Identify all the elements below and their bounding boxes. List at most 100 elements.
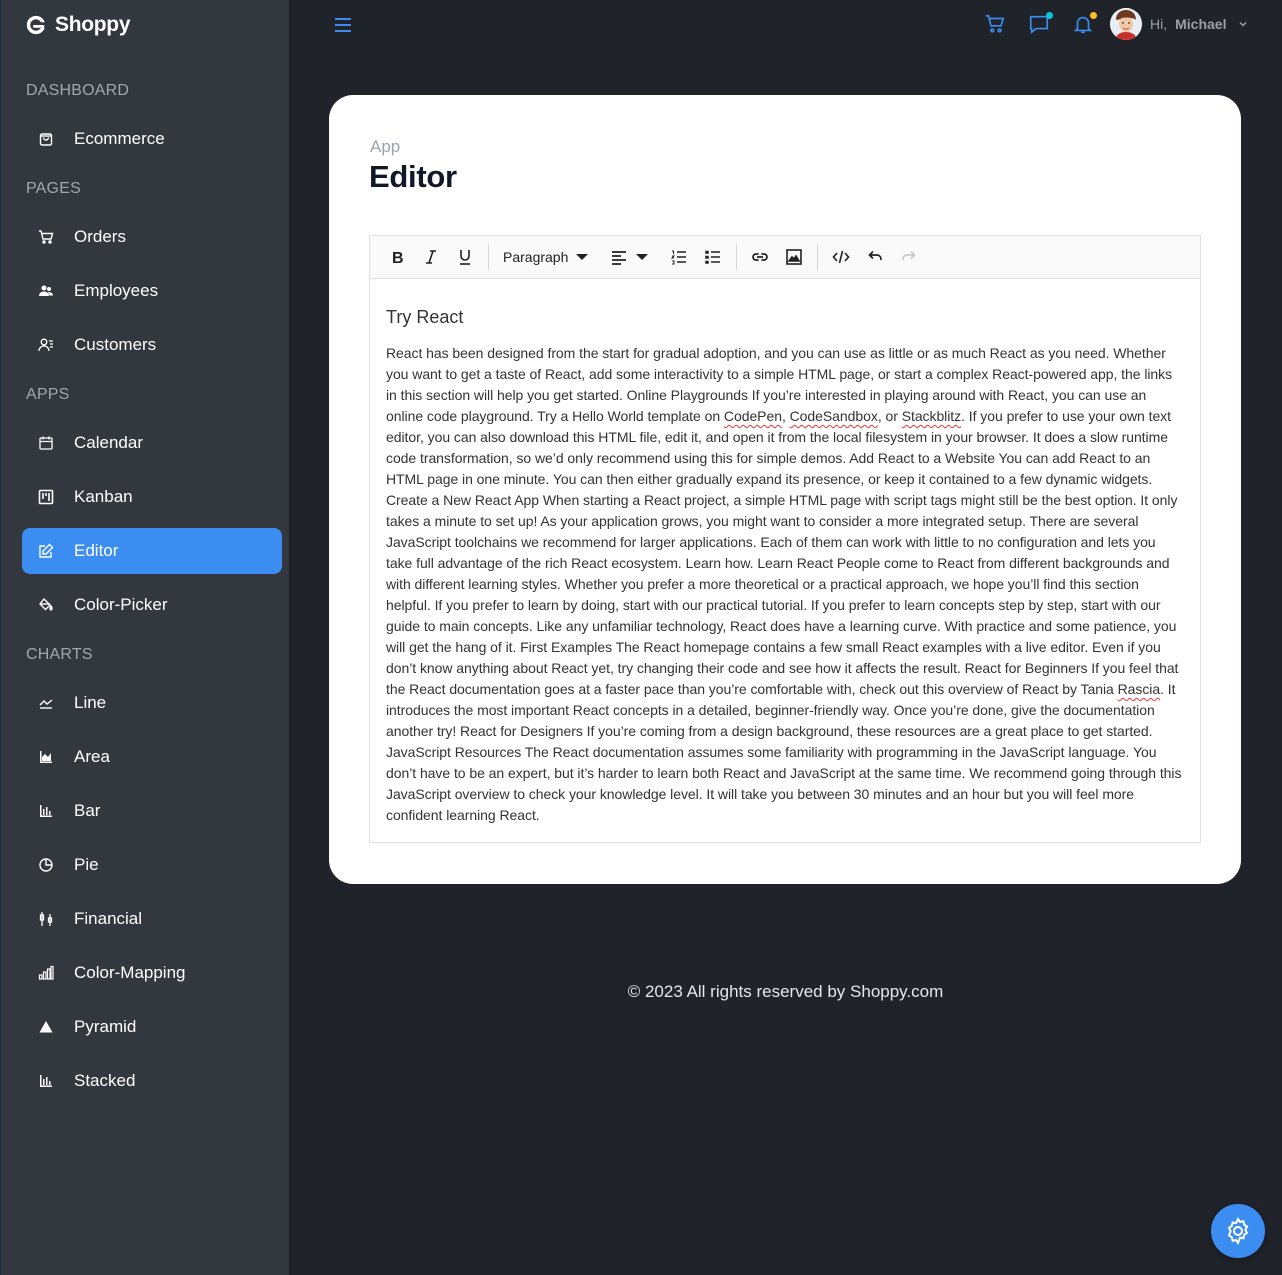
chat-notification-dot (1046, 12, 1053, 19)
sidebar-item-kanban[interactable]: Kanban (22, 474, 282, 520)
sidebar-item-label: Orders (74, 227, 126, 246)
link-stackblitz: Stackblitz (901, 408, 962, 424)
chat-button[interactable] (1028, 12, 1053, 37)
sidebar-item-label: Calendar (74, 433, 143, 452)
sidebar-item-label: Area (74, 747, 110, 766)
sidebar-item-editor[interactable]: Editor (22, 528, 282, 574)
cart-icon (985, 14, 1005, 33)
app-name: Shoppy (55, 13, 131, 36)
sidebar-item-employees[interactable]: Employees (22, 268, 282, 314)
section-title-dashboard: DASHBOARD (26, 82, 130, 99)
greeting: Hi, (1150, 16, 1168, 32)
redo-button[interactable] (892, 240, 926, 274)
link-codepen: CodePen (723, 408, 782, 424)
undo-icon (868, 250, 883, 260)
sidebar-item-label: Customers (74, 335, 157, 354)
sidebar-item-pie[interactable]: Pie (22, 842, 282, 888)
sidebar-item-label: Financial (74, 909, 143, 928)
calendar-icon (38, 435, 54, 451)
editor-content[interactable]: Try React React has been designed from t… (370, 279, 1200, 826)
sidebar-item-pyramid[interactable]: Pyramid (22, 1004, 282, 1050)
sidebar-item-color-mapping[interactable]: Color-Mapping (22, 950, 282, 996)
page-footer: © 2023 All rights reserved by Shoppy.com (627, 982, 944, 1001)
unordered-list-button[interactable] (696, 240, 730, 274)
alignment-dropdown[interactable] (596, 240, 656, 274)
misspelled-name: Rascia (1117, 681, 1161, 697)
italic-icon (426, 250, 436, 264)
link-icon (752, 253, 769, 261)
pyramid-icon (38, 1019, 54, 1035)
logo-icon (26, 15, 45, 35)
financial-chart-icon (38, 911, 54, 927)
insert-image-button[interactable] (777, 240, 811, 274)
sidebar-item-color-picker[interactable]: Color-Picker (22, 582, 282, 628)
bold-icon: B (392, 250, 404, 266)
underline-button[interactable] (448, 240, 482, 274)
kanban-icon (38, 489, 54, 505)
sidebar-item-stacked[interactable]: Stacked (22, 1058, 282, 1104)
sidebar-item-ecommerce[interactable]: Ecommerce (22, 116, 282, 162)
page-title: Editor (369, 159, 457, 194)
avatar (1110, 8, 1142, 40)
chevron-down-icon (1239, 21, 1248, 27)
bar-chart-icon (38, 803, 54, 819)
svg-text:B: B (392, 250, 404, 266)
customers-icon (38, 337, 54, 353)
stacked-chart-icon (38, 1073, 54, 1089)
line-chart-icon (38, 695, 54, 711)
caret-down-icon (636, 254, 649, 260)
format-dropdown[interactable]: Paragraph (495, 240, 596, 274)
underline-icon (460, 250, 470, 265)
sidebar-item-label: Ecommerce (74, 129, 165, 148)
edit-icon (38, 543, 54, 559)
sidebar-item-label: Employees (74, 281, 159, 300)
bold-button[interactable]: B (380, 240, 414, 274)
settings-button[interactable] (1211, 1204, 1265, 1258)
sidebar-item-label: Pie (74, 855, 99, 874)
rich-text-editor: B Paragraph Try React React has been des… (369, 235, 1201, 843)
gear-icon (1227, 1217, 1249, 1246)
user-name: Michael (1175, 16, 1227, 32)
section-title-pages: PAGES (26, 180, 81, 197)
toolbar-divider (488, 244, 489, 270)
sidebar-item-label: Color-Picker (74, 595, 168, 614)
menu-button[interactable] (333, 15, 353, 35)
sidebar-item-label: Pyramid (74, 1017, 137, 1036)
toolbar-divider (736, 244, 738, 270)
toolbar-divider (817, 244, 819, 270)
link-codesandbox: CodeSandbox (789, 408, 878, 424)
sidebar-item-area[interactable]: Area (22, 734, 282, 780)
sidebar-item-customers[interactable]: Customers (22, 322, 282, 368)
user-profile-menu[interactable]: Hi, Michael (1110, 8, 1248, 40)
editor-heading: Try React (386, 307, 464, 327)
color-mapping-icon (38, 965, 54, 981)
sidebar-item-label: Editor (74, 541, 119, 560)
source-code-button[interactable] (824, 240, 858, 274)
unordered-list-icon (705, 250, 721, 264)
ordered-list-icon (671, 250, 687, 265)
cart-icon (38, 229, 54, 245)
sidebar-item-financial[interactable]: Financial (22, 896, 282, 942)
italic-button[interactable] (414, 240, 448, 274)
notification-button[interactable] (1072, 12, 1097, 37)
notification-dot (1090, 12, 1097, 19)
cart-button[interactable] (984, 13, 1008, 37)
breadcrumb: App (370, 137, 401, 156)
insert-link-button[interactable] (743, 240, 777, 274)
image-icon (786, 249, 803, 265)
sidebar-item-label: Line (74, 693, 107, 712)
ordered-list-button[interactable] (662, 240, 696, 274)
redo-icon (902, 250, 917, 260)
sidebar-item-calendar[interactable]: Calendar (22, 420, 282, 466)
area-chart-icon (38, 749, 54, 765)
align-left-icon (612, 251, 627, 265)
sidebar-item-label: Stacked (74, 1071, 136, 1090)
paint-bucket-icon (38, 597, 54, 613)
shopping-bag-icon (38, 131, 54, 147)
app-logo[interactable]: Shoppy (25, 12, 131, 38)
sidebar-item-label: Color-Mapping (74, 963, 186, 982)
sidebar-item-line[interactable]: Line (22, 680, 282, 726)
sidebar-item-orders[interactable]: Orders (22, 214, 282, 260)
undo-button[interactable] (858, 240, 892, 274)
sidebar-item-bar[interactable]: Bar (22, 788, 282, 834)
